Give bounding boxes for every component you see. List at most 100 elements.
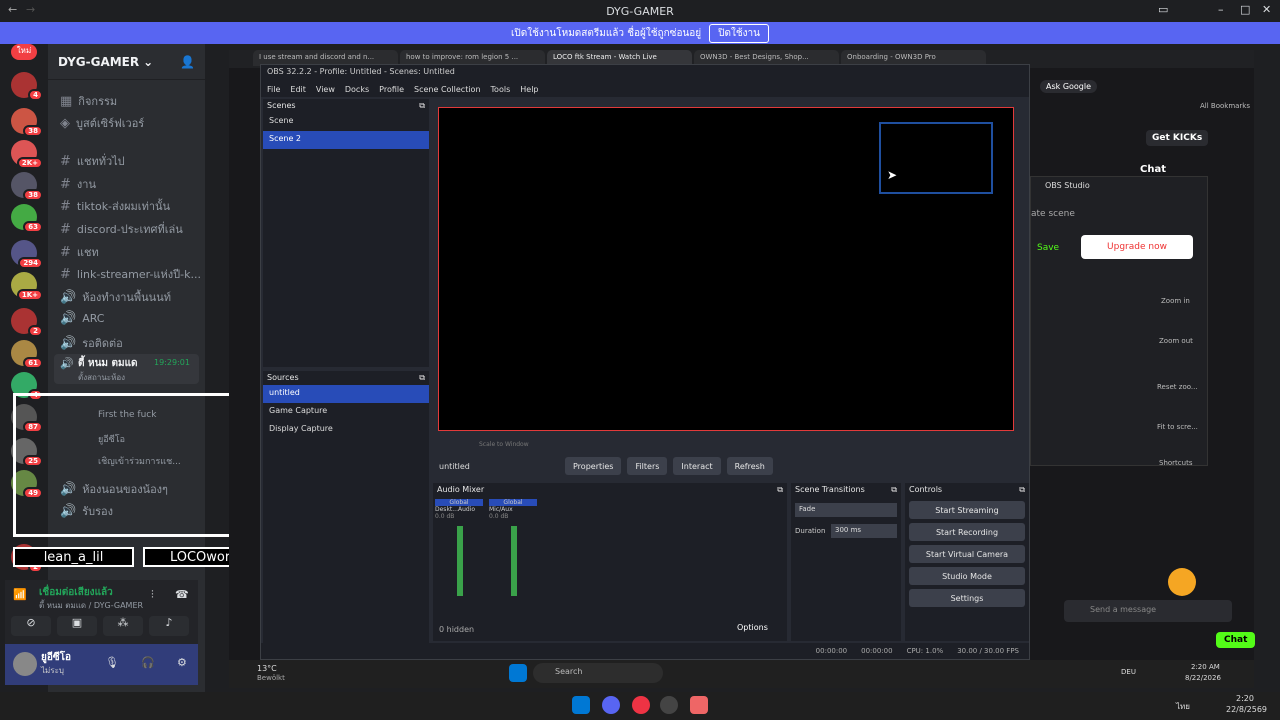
scene-item[interactable]: Scene 2 (263, 131, 429, 149)
source-toolbar: untitled Properties Filters Interact Ref… (433, 455, 1029, 477)
chat-input[interactable]: Send a message (1064, 600, 1232, 622)
forward-arrow-icon[interactable]: → (26, 3, 35, 16)
video-off-button[interactable]: ⊘ (11, 616, 51, 636)
taskbar-search[interactable]: Search (533, 663, 663, 683)
user-panel: ยูอีซีโอ ไม่ระบุ 🎙 🎧 ⚙ (5, 644, 198, 685)
server-icon[interactable]: 63 (11, 204, 43, 233)
speaker-icon: 🔊 (60, 311, 77, 326)
menu-edit[interactable]: Edit (290, 85, 306, 94)
obs-preview-canvas[interactable]: ➤ (438, 107, 1014, 431)
channel-item[interactable]: # แชททั่วไป (60, 152, 125, 170)
channel-item[interactable]: ▦ กิจกรรม (60, 92, 117, 110)
studio-mode-button[interactable]: Studio Mode (909, 567, 1025, 585)
help-chat-button[interactable] (1168, 568, 1196, 596)
obs-studio-popup: OBS Studio ate scene Save Upgrade now Zo… (1030, 176, 1208, 467)
audio-channel: Global Mic/Aux 0.0 dB (489, 499, 537, 596)
channel-item[interactable]: # link-streamer-แห่งปี-k... (60, 265, 201, 283)
game-capture-frame[interactable] (879, 122, 993, 194)
settings-button[interactable]: Settings (909, 589, 1025, 607)
headphones-icon[interactable]: 🎧 (141, 656, 155, 669)
close-icon[interactable]: ✕ (1262, 3, 1271, 16)
voice-channel-item[interactable]: 🔊 ห้องทำงานพื้นนนท์ (60, 288, 171, 306)
properties-button[interactable]: Properties (565, 457, 622, 475)
server-icon[interactable]: 61 (11, 340, 43, 369)
hash-icon: # (60, 266, 71, 282)
server-icon[interactable]: 2K+ (11, 140, 43, 169)
microphone-icon[interactable]: 🎙 (105, 656, 119, 669)
hash-icon: # (60, 244, 71, 260)
screen-share-button[interactable]: ▣ (57, 616, 97, 636)
scene-item[interactable]: Scene (263, 113, 429, 131)
disable-streamer-mode-button[interactable]: ปิดใช้งาน (709, 23, 770, 43)
start-streaming-button[interactable]: Start Streaming (909, 501, 1025, 519)
menu-file[interactable]: File (267, 85, 280, 94)
server-icon[interactable]: 2 (11, 308, 43, 337)
filters-button[interactable]: Filters (627, 457, 668, 475)
interact-button[interactable]: Interact (673, 457, 721, 475)
settings-icon[interactable]: ⚙ (177, 656, 187, 669)
server-icon[interactable]: 4 (11, 72, 43, 101)
server-icon[interactable]: 294 (11, 240, 43, 269)
minimize-icon[interactable]: – (1218, 3, 1224, 16)
speaker-icon: 🔊 (60, 357, 74, 370)
soundboard-button[interactable]: ♪ (149, 616, 189, 636)
discord-icon[interactable] (602, 696, 620, 714)
guild-header[interactable]: DYG-GAMER ⌄ 👤 (48, 44, 205, 80)
kick-right-panel: Ask Google All Bookmarks Get KICKs Chat … (1030, 68, 1256, 660)
window-title: DYG-GAMER (606, 4, 674, 18)
voice-channel-item[interactable]: 🔊 ARC (60, 311, 105, 326)
menu-help[interactable]: Help (520, 85, 538, 94)
streamer-mode-banner: เปิดใช้งานโหมดสตรีมแล้ว ชื่อผู้ใช้ถูกซ่อ… (0, 22, 1280, 44)
chevron-down-icon: ⌄ (143, 54, 154, 69)
get-kicks-button[interactable]: Get KICKs (1146, 130, 1209, 146)
chat-send-button[interactable]: Chat (1216, 632, 1256, 648)
channel-item[interactable]: # แชท (60, 243, 99, 261)
home-button[interactable]: ใหม่ (11, 44, 37, 60)
source-item[interactable]: Game Capture (263, 403, 429, 421)
channel-item[interactable]: # discord-ประเทศที่เล่น (60, 220, 183, 238)
start-virtual-camera-button[interactable]: Start Virtual Camera (909, 545, 1025, 563)
transition-select[interactable]: Fade (795, 503, 897, 517)
chrome-icon[interactable] (632, 696, 650, 714)
activities-button[interactable]: ⁂ (103, 616, 143, 636)
noise-icon[interactable]: ⫶ (151, 588, 154, 602)
app-title-bar: DYG-GAMER ← → ▭ – □ ✕ (0, 0, 1280, 22)
channel-item[interactable]: # งาน (60, 175, 96, 193)
app-icon[interactable] (690, 696, 708, 714)
zoom-select[interactable]: Scale to Window (479, 441, 529, 448)
menu-scene-collection[interactable]: Scene Collection (414, 85, 481, 94)
channel-item[interactable]: ◈ บูสต์เซิร์ฟเวอร์ (60, 114, 144, 132)
source-item[interactable]: untitled (263, 385, 429, 403)
save-button[interactable]: Save (1037, 243, 1059, 253)
ask-google-button[interactable]: Ask Google (1040, 80, 1098, 93)
all-bookmarks[interactable]: All Bookmarks (1200, 102, 1250, 110)
options-dropdown[interactable]: Options (737, 623, 768, 632)
back-arrow-icon[interactable]: ← (8, 3, 17, 16)
server-icon[interactable]: 38 (11, 108, 43, 137)
menu-tools[interactable]: Tools (491, 85, 511, 94)
active-voice-channel[interactable]: 🔊 ตี้ หนม ตมแด 19:29:01 ตั้งสถานะห้อง (54, 354, 199, 384)
menu-profile[interactable]: Profile (379, 85, 404, 94)
source-item[interactable]: Display Capture (263, 421, 429, 439)
refresh-button[interactable]: Refresh (726, 457, 773, 475)
channel-item[interactable]: # tiktok-ส่งผมเท่านั้น (60, 197, 170, 215)
avatar[interactable] (13, 652, 37, 676)
obs-icon[interactable] (660, 696, 678, 714)
server-icon[interactable]: 38 (11, 172, 43, 201)
upgrade-button[interactable]: Upgrade now (1081, 235, 1193, 259)
maximize-icon[interactable]: □ (1240, 3, 1250, 16)
hash-icon: # (60, 198, 71, 214)
server-icon[interactable]: 1K+ (11, 272, 43, 301)
duration-input[interactable]: 300 ms (831, 524, 897, 538)
obs-status-bar: 00:00:00 00:00:00 CPU: 1.0% 30.00 / 30.0… (261, 643, 1029, 659)
disconnect-icon[interactable]: ☎ (175, 588, 189, 601)
windows-start-icon[interactable] (509, 664, 527, 682)
menu-view[interactable]: View (316, 85, 335, 94)
menu-docks[interactable]: Docks (345, 85, 369, 94)
voice-channel-item[interactable]: 🔊 รอติดต่อ (60, 334, 123, 352)
start-recording-button[interactable]: Start Recording (909, 523, 1025, 541)
add-member-icon[interactable]: 👤 (180, 55, 195, 69)
inbox-icon[interactable]: ▭ (1158, 3, 1168, 16)
stream-overlay-frame (13, 393, 265, 537)
windows-start-icon[interactable] (572, 696, 590, 714)
